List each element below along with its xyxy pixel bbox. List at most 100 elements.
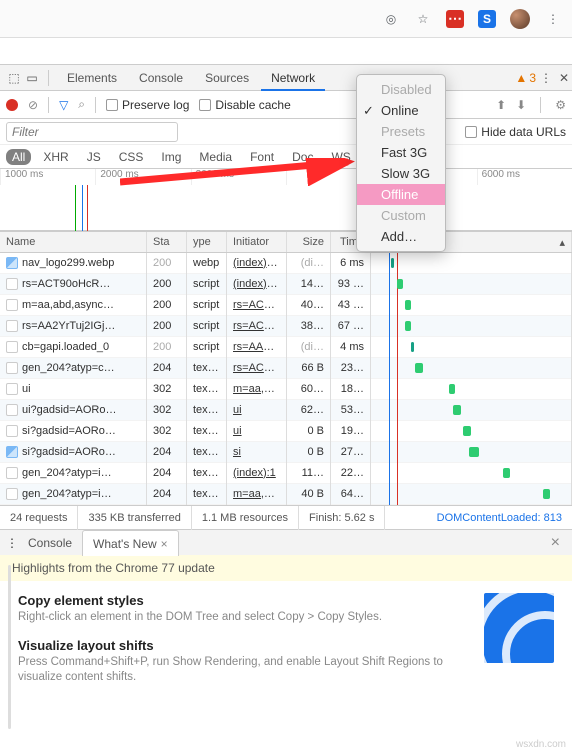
type-media[interactable]: Media xyxy=(193,149,238,165)
file-icon xyxy=(6,299,18,311)
filter-row: Hide data URLs xyxy=(0,119,572,145)
tab-elements[interactable]: Elements xyxy=(57,65,127,91)
scrollbar[interactable] xyxy=(8,565,11,729)
filter-input[interactable] xyxy=(6,122,178,142)
type-doc[interactable]: Doc xyxy=(286,149,319,165)
divider xyxy=(95,97,96,113)
kebab-icon[interactable]: ⋮ xyxy=(544,10,562,28)
file-icon xyxy=(6,446,18,458)
timeline-ticks: 1000 ms2000 ms3000 ms00 ms6000 ms xyxy=(0,169,572,185)
kebab-icon[interactable]: ⋮ xyxy=(6,536,18,550)
preserve-log-checkbox[interactable]: Preserve log xyxy=(106,98,189,112)
summary-dom: DOMContentLoaded: 813 xyxy=(427,506,572,530)
col-initiator[interactable]: Initiator xyxy=(227,232,287,252)
description: Right-click an element in the DOM Tree a… xyxy=(18,610,554,626)
file-icon xyxy=(6,467,18,479)
file-icon xyxy=(6,383,18,395)
tab-console[interactable]: Console xyxy=(129,65,193,91)
type-font[interactable]: Font xyxy=(244,149,280,165)
table-row[interactable]: m=aa,abd,async…200scriptrs=ACT…40…43 … xyxy=(0,295,572,316)
table-row[interactable]: ui?gadsid=AORo…302tex…ui62…53… xyxy=(0,400,572,421)
file-icon xyxy=(6,404,18,416)
menu-item-fast3g[interactable]: Fast 3G xyxy=(357,142,445,163)
summary-finish: Finish: 5.62 s xyxy=(299,506,385,530)
divider xyxy=(540,97,541,113)
file-icon xyxy=(6,257,18,269)
table-row[interactable]: si?gadsid=AORo…302tex…ui0 B19… xyxy=(0,421,572,442)
disable-cache-checkbox[interactable]: Disable cache xyxy=(199,98,290,112)
menu-header-custom: Custom xyxy=(357,205,445,226)
column-headers: Name Sta ype Initiator Size Time Waterfa… xyxy=(0,231,572,253)
col-type[interactable]: ype xyxy=(187,232,227,252)
file-icon xyxy=(6,362,18,374)
search-icon[interactable]: ⌕ xyxy=(78,97,85,112)
type-img[interactable]: Img xyxy=(155,149,187,165)
file-icon xyxy=(6,488,18,500)
table-row[interactable]: ui302tex…m=aa,a…60…18… xyxy=(0,379,572,400)
timeline-overview[interactable]: 1000 ms2000 ms3000 ms00 ms6000 ms xyxy=(0,169,572,231)
extension-icon-blue[interactable]: S xyxy=(478,10,496,28)
avatar[interactable] xyxy=(510,9,530,29)
col-status[interactable]: Sta xyxy=(147,232,187,252)
gear-icon[interactable]: ⚙ xyxy=(555,98,566,112)
heading: Copy element styles xyxy=(18,593,554,608)
type-ws[interactable]: WS xyxy=(325,149,356,165)
close-icon[interactable]: × xyxy=(161,537,168,551)
divider xyxy=(48,97,49,113)
throttling-menu: Disabled ✓Online Presets Fast 3G Slow 3G… xyxy=(356,74,446,252)
check-icon: ✓ xyxy=(363,103,374,119)
menu-item-disabled: Disabled xyxy=(357,79,445,100)
tab-sources[interactable]: Sources xyxy=(195,65,259,91)
table-row[interactable]: rs=AA2YrTuj2IGj…200scriptrs=ACT…38…67 … xyxy=(0,316,572,337)
menu-item-add[interactable]: Add… xyxy=(357,226,445,247)
table-row[interactable]: gen_204?atyp=i…204tex…m=aa,a…40 B64… xyxy=(0,484,572,505)
menu-item-online[interactable]: ✓Online xyxy=(357,100,445,121)
clear-icon[interactable]: ⊘ xyxy=(28,98,38,112)
table-row[interactable]: gen_204?atyp=c…204tex…rs=ACT…66 B23… xyxy=(0,358,572,379)
summary-transferred: 335 KB transferred xyxy=(78,506,191,530)
whatsnew-content: Copy element styles Right-click an eleme… xyxy=(0,581,572,708)
menu-item-offline[interactable]: Offline xyxy=(357,184,445,205)
filter-icon[interactable]: ▽ xyxy=(59,98,68,112)
table-row[interactable]: si?gadsid=AORo…204tex…si0 B27… xyxy=(0,442,572,463)
tab-network[interactable]: Network xyxy=(261,65,325,91)
drawer-tab-whatsnew[interactable]: What's New× xyxy=(82,530,179,556)
import-icon[interactable]: ⬆ xyxy=(496,98,506,112)
heading: Visualize layout shifts xyxy=(18,638,554,653)
file-icon xyxy=(6,425,18,437)
record-button[interactable] xyxy=(6,99,18,111)
star-icon[interactable]: ☆ xyxy=(414,10,432,28)
file-icon xyxy=(6,278,18,290)
close-icon[interactable]: × xyxy=(545,534,566,552)
watermark: wsxdn.com xyxy=(516,739,566,750)
dcl-marker xyxy=(75,185,76,231)
type-css[interactable]: CSS xyxy=(113,149,150,165)
menu-item-slow3g[interactable]: Slow 3G xyxy=(357,163,445,184)
divider xyxy=(48,70,49,86)
type-xhr[interactable]: XHR xyxy=(37,149,74,165)
col-size[interactable]: Size xyxy=(287,232,331,252)
close-icon[interactable]: ✕ xyxy=(556,71,572,85)
devtools-tabs: ⬚ ▭ Elements Console Sources Network ▲ 3… xyxy=(0,65,572,91)
hide-data-urls-checkbox[interactable]: Hide data URLs xyxy=(465,125,566,139)
table-row[interactable]: gen_204?atyp=i…204tex…(index):111…22… xyxy=(0,463,572,484)
target-icon[interactable]: ◎ xyxy=(382,10,400,28)
load-marker xyxy=(82,185,83,231)
summary-bar: 24 requests 335 KB transferred 1.1 MB re… xyxy=(0,505,572,529)
table-row[interactable]: nav_logo299.webp200webp(index):…(di…6 ms xyxy=(0,253,572,274)
inspect-icon[interactable]: ⬚ xyxy=(6,71,22,85)
table-row[interactable]: cb=gapi.loaded_0200scriptrs=AA2…(di…4 ms xyxy=(0,337,572,358)
table-row[interactable]: rs=ACT90oHcR…200script(index):9414…93 … xyxy=(0,274,572,295)
col-name[interactable]: Name xyxy=(0,232,147,252)
highlight-banner: Highlights from the Chrome 77 update xyxy=(0,555,572,581)
device-icon[interactable]: ▭ xyxy=(24,71,40,85)
extension-icon-red[interactable]: ⋯ xyxy=(446,10,464,28)
description: Press Command+Shift+P, run Show Renderin… xyxy=(18,655,554,686)
type-all[interactable]: All xyxy=(6,149,31,165)
kebab-icon[interactable]: ⋮ xyxy=(538,71,554,85)
load-marker xyxy=(87,185,88,231)
export-icon[interactable]: ⬇ xyxy=(516,98,526,112)
type-js[interactable]: JS xyxy=(81,149,107,165)
warnings-badge[interactable]: ▲ 3 xyxy=(515,71,536,85)
drawer-tab-console[interactable]: Console xyxy=(18,530,82,556)
